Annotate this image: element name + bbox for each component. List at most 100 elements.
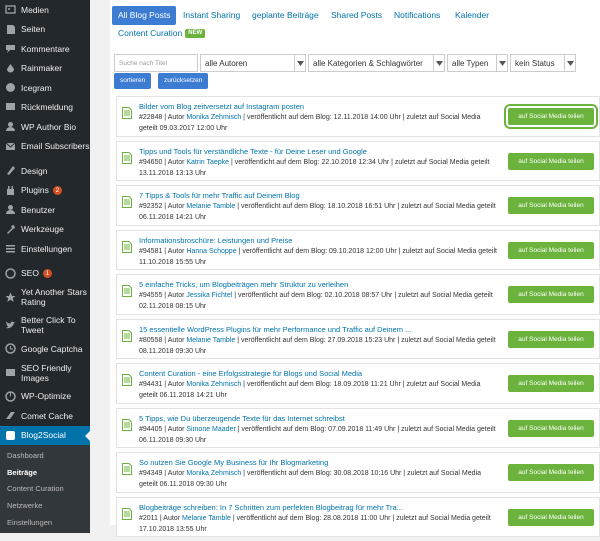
post-title-link[interactable]: Informationsbroschüre: Leistungen und Pr… bbox=[139, 236, 292, 245]
post-author-link[interactable]: Monika Zehmisch bbox=[186, 470, 241, 477]
sidebar-item-label: Werkzeuge bbox=[21, 224, 64, 235]
share-social-button[interactable]: auf Social Media teilen bbox=[508, 419, 594, 437]
share-social-button[interactable]: auf Social Media teilen bbox=[508, 375, 594, 392]
sidebar-item-plugins[interactable]: Plugins 2 bbox=[0, 181, 90, 201]
published-date: 30.08.2018 10:16 bbox=[333, 470, 389, 477]
document-icon bbox=[122, 374, 132, 386]
sidebar-item-wp-author-bio[interactable]: WP Author Bio bbox=[0, 117, 90, 137]
tab-shared-posts[interactable]: Shared Posts bbox=[325, 6, 388, 25]
submenu-item-dashboard[interactable]: Dashboard bbox=[0, 447, 90, 464]
tab-notifications[interactable]: Notifications bbox=[388, 6, 446, 25]
published-date: 09.10.2018 12:00 bbox=[328, 247, 384, 255]
share-social-button[interactable]: auf Social Media teilen bbox=[508, 286, 594, 303]
post-author-link[interactable]: Hanna Schoppe bbox=[186, 248, 236, 255]
post-title-link[interactable]: So nutzen Sie Google My Business für Ihr… bbox=[139, 458, 328, 467]
type-select[interactable]: alle Typen bbox=[447, 54, 508, 72]
blog2social-submenu: Dashboard Beiträge Content Curation Netz… bbox=[0, 445, 90, 533]
post-title-link[interactable]: Bilder vom Blog zeitversetzt auf Instagr… bbox=[139, 102, 304, 111]
time-suffix: Uhr bbox=[194, 303, 207, 310]
post-meta: #94431 | Autor Monika Zehmisch | veröffe… bbox=[139, 379, 501, 401]
sidebar-item-design[interactable]: Design bbox=[0, 161, 90, 181]
share-social-button[interactable]: auf Social Media teilen bbox=[508, 197, 594, 214]
sidebar-item-email-subscribers[interactable]: Email Subscribers bbox=[0, 137, 90, 157]
sort-button[interactable]: sortieren bbox=[114, 73, 152, 89]
time-suffix: Uhr bbox=[194, 258, 207, 266]
post-author-link[interactable]: Melanie Tamble bbox=[186, 203, 235, 210]
sidebar-item-einstellungen[interactable]: Einstellungen bbox=[0, 239, 90, 259]
post-title-link[interactable]: 7 Tipps & Tools für mehr Traffic auf Dei… bbox=[139, 191, 300, 200]
tab-instant-sharing[interactable]: Instant Sharing bbox=[177, 6, 246, 25]
sidebar-item-better-click-to-tweet[interactable]: Better Click To Tweet bbox=[0, 311, 90, 339]
sidebar-item-icegram[interactable]: Icegram bbox=[0, 78, 90, 98]
post-author-link[interactable]: Jessika Fichtel bbox=[186, 292, 232, 299]
time-suffix: Uhr bbox=[379, 514, 391, 522]
author-select[interactable]: alle Autoren bbox=[200, 54, 306, 72]
sidebar-item-wp-optimize[interactable]: WP-Optimize bbox=[0, 387, 90, 407]
submenu-item-networks[interactable]: Netzwerke bbox=[0, 497, 90, 514]
share-social-button[interactable]: auf Social Media teilen bbox=[508, 241, 594, 259]
tools-icon bbox=[4, 223, 16, 235]
time-suffix: Uhr bbox=[384, 203, 396, 210]
status-select[interactable]: kein Status bbox=[510, 54, 576, 72]
sidebar-item-benutzer[interactable]: Benutzer bbox=[0, 200, 90, 220]
published-label: veröffentlicht auf dem Blog: bbox=[246, 114, 332, 121]
post-title-link[interactable]: Blogbeiträge schreiben: In 7 Schritten z… bbox=[139, 503, 403, 512]
sidebar-item-comet-cache[interactable]: Comet Cache bbox=[0, 406, 90, 426]
post-id: #80558 bbox=[139, 336, 163, 344]
tab-scheduled-posts[interactable]: geplante Beiträge bbox=[246, 6, 325, 25]
tab-all-blog-posts[interactable]: All Blog Posts bbox=[112, 6, 177, 25]
search-input[interactable]: Suche nach Titel bbox=[114, 54, 198, 72]
sidebar-item-kommentare[interactable]: Kommentare bbox=[0, 39, 90, 59]
reset-button[interactable]: zurücksetzen bbox=[158, 73, 209, 89]
post-row: Bilder vom Blog zeitversetzt auf Instagr… bbox=[116, 96, 600, 137]
post-meta: #94349 | Autor Monika Zehmisch | veröffe… bbox=[139, 468, 501, 490]
submenu-item-posts[interactable]: Beiträge bbox=[0, 464, 90, 481]
share-social-button[interactable]: auf Social Media teilen bbox=[508, 152, 594, 170]
post-author-link[interactable]: Katrin Taepke bbox=[186, 159, 229, 166]
sidebar-item-medien[interactable]: Medien bbox=[0, 0, 90, 20]
sidebar-item-blog2social[interactable]: Blog2Social bbox=[0, 425, 90, 445]
post-author-link[interactable]: Melanie Tamble bbox=[186, 337, 235, 344]
sidebar-item-werkzeuge[interactable]: Werkzeuge bbox=[0, 220, 90, 240]
category-select[interactable]: alle Kategorien & Schlagwörter bbox=[308, 54, 445, 72]
share-social-button[interactable]: auf Social Media teilen bbox=[508, 508, 594, 526]
post-title-link[interactable]: 5 Tipps, wie Du überzeugende Texte für d… bbox=[139, 414, 345, 423]
time-suffix: Uhr bbox=[384, 425, 396, 433]
post-meta: #22848 | Autor Monika Zehmisch | veröffe… bbox=[139, 112, 501, 134]
post-author-link[interactable]: Melanie Tamble bbox=[182, 515, 231, 522]
published-label: veröffentlicht auf dem Blog: bbox=[246, 470, 332, 477]
post-title-link[interactable]: Tipps und Tools für verständliche Texte … bbox=[139, 147, 367, 156]
tab-content-curation-label: Content Curation bbox=[118, 28, 183, 38]
sidebar-item-label: Icegram bbox=[21, 82, 52, 93]
update-count-badge: 1 bbox=[42, 268, 52, 278]
published-date: 02.10.2018 08:57 bbox=[324, 292, 380, 299]
post-author-link[interactable]: Monika Zehmisch bbox=[186, 114, 241, 121]
post-author-link[interactable]: Simone Maader bbox=[186, 426, 235, 433]
post-meta: #2011 | Autor Melanie Tamble | veröffent… bbox=[139, 513, 501, 535]
submenu-item-content-curation[interactable]: Content Curation bbox=[0, 481, 90, 498]
sidebar-item-rainmaker[interactable]: Rainmaker bbox=[0, 59, 90, 79]
share-social-button[interactable]: auf Social Media teilen bbox=[508, 330, 594, 348]
post-title-link[interactable]: 5 einfache Tricks, um Blogbeiträgen mehr… bbox=[139, 280, 348, 289]
post-title-link[interactable]: 15 essentielle WordPress Plugins für meh… bbox=[139, 325, 411, 334]
tab-calendar[interactable]: Kalender bbox=[449, 6, 495, 25]
sidebar-item-yet-another-stars-rating[interactable]: Yet Another Stars Rating bbox=[0, 283, 90, 311]
document-icon bbox=[122, 151, 132, 164]
submenu-item-settings[interactable]: Einstellungen bbox=[0, 514, 90, 531]
post-row: Blogbeiträge schreiben: In 7 Schritten z… bbox=[116, 496, 600, 537]
type-select-value: alle Typen bbox=[452, 58, 489, 68]
share-social-button[interactable]: auf Social Media teilen bbox=[508, 464, 594, 481]
share-social-button[interactable]: auf Social Media teilen bbox=[504, 104, 598, 129]
document-icon bbox=[122, 107, 132, 119]
sidebar-item-seo-friendly-images[interactable]: SEO Friendly Images bbox=[0, 359, 90, 387]
post-author-link[interactable]: Monika Zehmisch bbox=[186, 381, 241, 388]
published-label: veröffentlicht auf dem Blog: bbox=[241, 425, 327, 433]
sidebar-item-r-ckmeldung[interactable]: Rückmeldung bbox=[0, 98, 90, 118]
sidebar-item-seiten[interactable]: Seiten bbox=[0, 20, 90, 40]
tab-content-curation[interactable]: Content Curation NEW bbox=[112, 24, 211, 43]
shared-date: 06.11.2018 14:21 bbox=[139, 214, 193, 221]
twitter-icon bbox=[4, 319, 16, 331]
sidebar-item-google-captcha[interactable]: Google Captcha bbox=[0, 339, 90, 359]
sidebar-item-seo[interactable]: SEO 1 bbox=[0, 264, 90, 284]
post-title-link[interactable]: Content Curation - eine Erfolgsstrategie… bbox=[139, 369, 362, 378]
